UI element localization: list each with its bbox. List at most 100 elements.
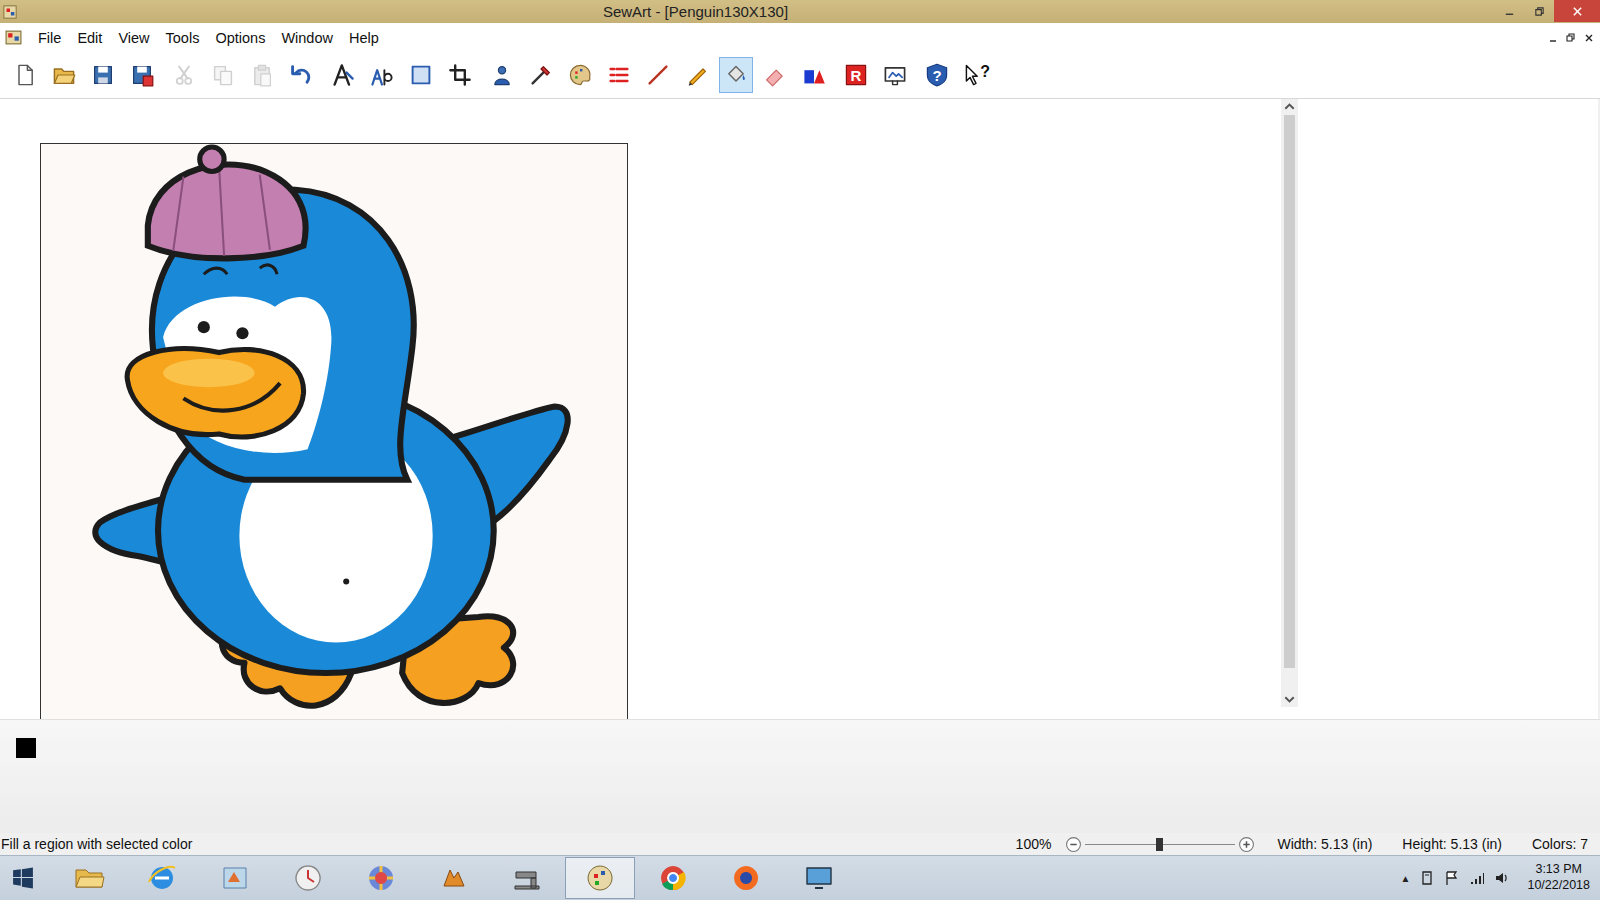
toolbar-button[interactable] xyxy=(602,57,636,93)
toolbar-group xyxy=(167,57,318,93)
device-icon[interactable] xyxy=(1419,870,1435,886)
toolbar-button[interactable]: R xyxy=(839,57,873,93)
vertical-scrollbar[interactable] xyxy=(1281,99,1298,707)
volume-icon[interactable] xyxy=(1494,870,1510,886)
toolbar-button[interactable] xyxy=(878,57,912,93)
color-swatch[interactable] xyxy=(16,738,36,758)
toolbar-button[interactable] xyxy=(245,57,279,93)
close-icon xyxy=(1572,6,1583,17)
app-icon[interactable] xyxy=(3,5,17,19)
toolbar-button[interactable] xyxy=(680,57,714,93)
taskbar-app[interactable] xyxy=(638,857,708,899)
color-palette xyxy=(0,719,1600,833)
toolbar-button[interactable] xyxy=(719,57,753,93)
zoom-thumb[interactable] xyxy=(1156,838,1163,851)
menu-item[interactable]: Tools xyxy=(158,27,208,49)
restore-icon[interactable] xyxy=(1566,33,1576,43)
toolbar-button[interactable] xyxy=(8,57,42,93)
toolbar-button[interactable] xyxy=(206,57,240,93)
toolbar-button[interactable] xyxy=(326,57,360,93)
status-hint: Fill a region with selected color xyxy=(0,836,192,852)
tool-icon xyxy=(529,63,553,87)
toolbar-button[interactable] xyxy=(485,57,519,93)
zoom-in-icon[interactable] xyxy=(1238,836,1255,853)
select-icon xyxy=(409,63,433,87)
toolbar-group: ?? xyxy=(920,57,993,93)
tool-glyph: ? xyxy=(980,64,990,80)
toolbar-button[interactable] xyxy=(404,57,438,93)
zoom-slider[interactable] xyxy=(1085,836,1235,852)
taskbar-app[interactable] xyxy=(565,857,635,899)
toolbar-button[interactable] xyxy=(47,57,81,93)
taskbar-app[interactable] xyxy=(419,857,489,899)
toolbar: R?? xyxy=(0,52,1600,99)
app-c-icon xyxy=(365,862,397,894)
taskbar-app[interactable] xyxy=(711,857,781,899)
toolbar-button[interactable] xyxy=(563,57,597,93)
ie-icon xyxy=(146,862,178,894)
wizard-icon xyxy=(370,63,394,87)
sewart-window: SewArt - [Penguin130X130]FileEditViewToo… xyxy=(0,0,1600,900)
app-b-icon xyxy=(292,862,324,894)
close-button[interactable] xyxy=(1554,0,1600,22)
toolbar-group xyxy=(326,57,477,93)
scroll-down-icon[interactable] xyxy=(1281,693,1298,707)
scroll-thumb[interactable] xyxy=(1284,115,1295,668)
toolbar-button[interactable] xyxy=(284,57,318,93)
signal-icon[interactable] xyxy=(1469,870,1485,886)
menu-item[interactable]: View xyxy=(110,27,157,49)
toolbar-button[interactable]: ? xyxy=(959,57,993,93)
scroll-up-icon[interactable] xyxy=(1281,99,1298,113)
status-bar: Fill a region with selected color100%Wid… xyxy=(0,833,1600,855)
toolbar-button[interactable]: ? xyxy=(920,57,954,93)
restore-button[interactable] xyxy=(1524,0,1554,22)
document-icon[interactable] xyxy=(5,29,22,46)
save-icon xyxy=(91,63,115,87)
clock-date: 10/22/2018 xyxy=(1527,878,1590,894)
color-count: Colors: 7 xyxy=(1532,836,1588,852)
taskbar-app[interactable] xyxy=(273,857,343,899)
tool-glyph: ? xyxy=(932,68,941,83)
zoom-out-icon[interactable] xyxy=(1065,836,1082,853)
toolbar-button[interactable] xyxy=(641,57,675,93)
list-icon xyxy=(607,63,631,87)
tray-toggle[interactable]: ▲ xyxy=(1401,873,1411,884)
app-d-icon xyxy=(438,862,470,894)
taskbar-app[interactable] xyxy=(200,857,270,899)
menu-item[interactable]: Edit xyxy=(69,27,110,49)
taskbar-app[interactable] xyxy=(346,857,416,899)
flag-icon[interactable] xyxy=(1444,870,1460,886)
taskbar-app[interactable] xyxy=(127,857,197,899)
close-icon[interactable] xyxy=(1584,33,1594,43)
toolbar-button[interactable] xyxy=(443,57,477,93)
taskbar-app[interactable] xyxy=(492,857,562,899)
toolbar-button[interactable] xyxy=(86,57,120,93)
toolbar-button[interactable] xyxy=(167,57,201,93)
toolbar-button[interactable] xyxy=(758,57,792,93)
empty-workspace xyxy=(1298,99,1600,719)
start-button[interactable] xyxy=(0,856,46,900)
toolbar-button[interactable] xyxy=(125,57,159,93)
penguin-picture xyxy=(41,144,627,719)
taskbar-app[interactable] xyxy=(54,857,124,899)
clock[interactable]: 3:13 PM10/22/2018 xyxy=(1527,862,1590,893)
shapes-icon xyxy=(802,63,826,87)
palette-icon xyxy=(568,63,592,87)
app-a-icon xyxy=(219,862,251,894)
menu-item[interactable]: Options xyxy=(207,27,273,49)
open-icon xyxy=(52,63,76,87)
menu-item[interactable]: Window xyxy=(273,27,341,49)
minimize-icon[interactable] xyxy=(1548,33,1558,43)
menu-item[interactable]: File xyxy=(30,27,69,49)
paste-icon xyxy=(250,63,274,87)
toolbar-button[interactable] xyxy=(524,57,558,93)
save-all-icon xyxy=(130,63,154,87)
image-canvas[interactable] xyxy=(40,143,628,719)
windows-logo-icon xyxy=(12,867,34,889)
taskbar-app[interactable] xyxy=(784,857,854,899)
toolbar-button[interactable] xyxy=(797,57,831,93)
menu-item[interactable]: Help xyxy=(341,27,387,49)
minimize-button[interactable] xyxy=(1494,0,1524,22)
restore-icon xyxy=(1534,6,1545,17)
toolbar-button[interactable] xyxy=(365,57,399,93)
